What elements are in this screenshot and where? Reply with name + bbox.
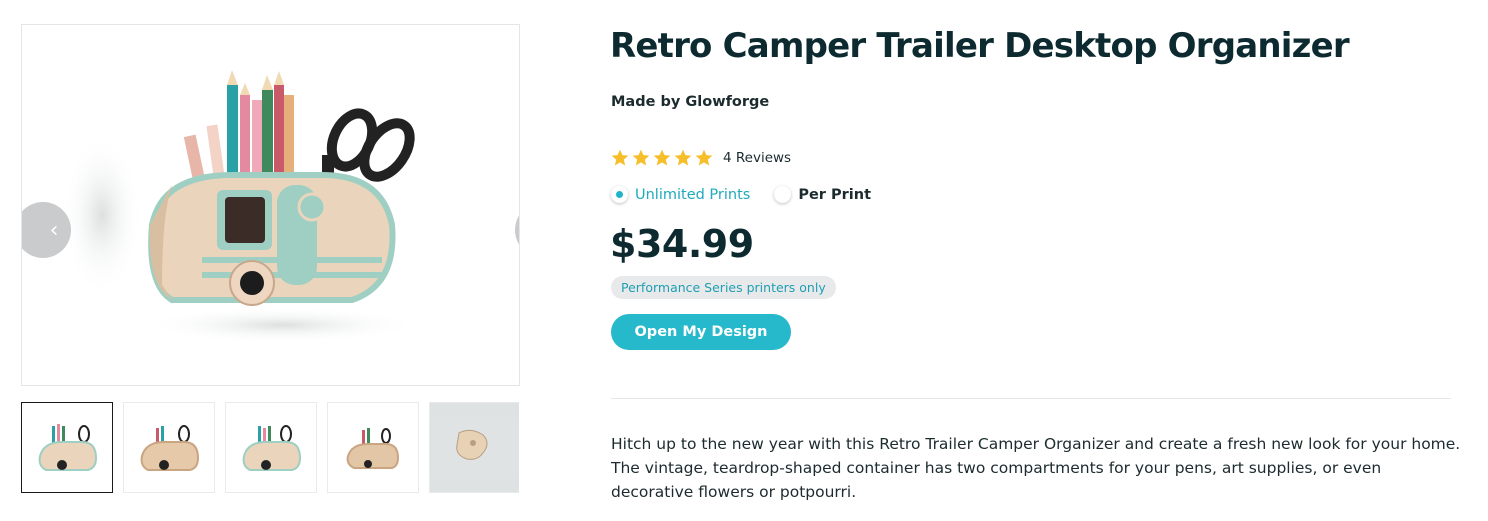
star-icon [653, 149, 671, 166]
option-label: Unlimited Prints [635, 186, 751, 203]
radio-unselected[interactable] [774, 186, 792, 203]
product-maker: Made by Glowforge [611, 94, 770, 110]
thumbnail-image [346, 427, 400, 469]
divider [611, 398, 1451, 399]
radio-selected[interactable] [611, 186, 628, 203]
camper-organizer-image [62, 70, 422, 343]
chevron-left-icon: ‹ [49, 217, 59, 243]
option-per-print[interactable]: Per Print [774, 186, 871, 203]
product-price: $34.99 [610, 222, 754, 266]
product-title: Retro Camper Trailer Desktop Organizer [610, 26, 1350, 66]
gallery-thumbnail[interactable] [225, 402, 317, 493]
star-icon [611, 149, 629, 166]
gallery-thumbnails [21, 402, 519, 493]
rating-stars [610, 148, 714, 168]
product-main-image: ‹ › [21, 24, 520, 386]
thumbnail-image [38, 423, 98, 471]
star-icon [632, 149, 650, 166]
gallery-thumbnail[interactable] [21, 402, 113, 493]
product-description: Hitch up to the new year with this Retro… [611, 435, 1461, 501]
gallery-thumbnail[interactable] [429, 402, 519, 493]
star-icon [674, 149, 692, 166]
thumbnail-image [140, 424, 200, 471]
compatibility-badge: Performance Series printers only [611, 276, 836, 299]
open-my-design-button[interactable]: Open My Design [611, 314, 791, 350]
option-unlimited-prints[interactable]: Unlimited Prints [611, 186, 750, 203]
star-icon [695, 149, 713, 166]
reviews-link[interactable]: 4 Reviews [723, 150, 791, 166]
thumbnail-image [431, 422, 519, 473]
product-rating: 4 Reviews [610, 148, 791, 168]
thumbnail-image [242, 424, 302, 471]
gallery-thumbnail[interactable] [123, 402, 215, 493]
option-label: Per Print [798, 186, 872, 203]
pricing-options: Unlimited Prints Per Print [611, 186, 895, 203]
gallery-thumbnail[interactable] [327, 402, 419, 493]
